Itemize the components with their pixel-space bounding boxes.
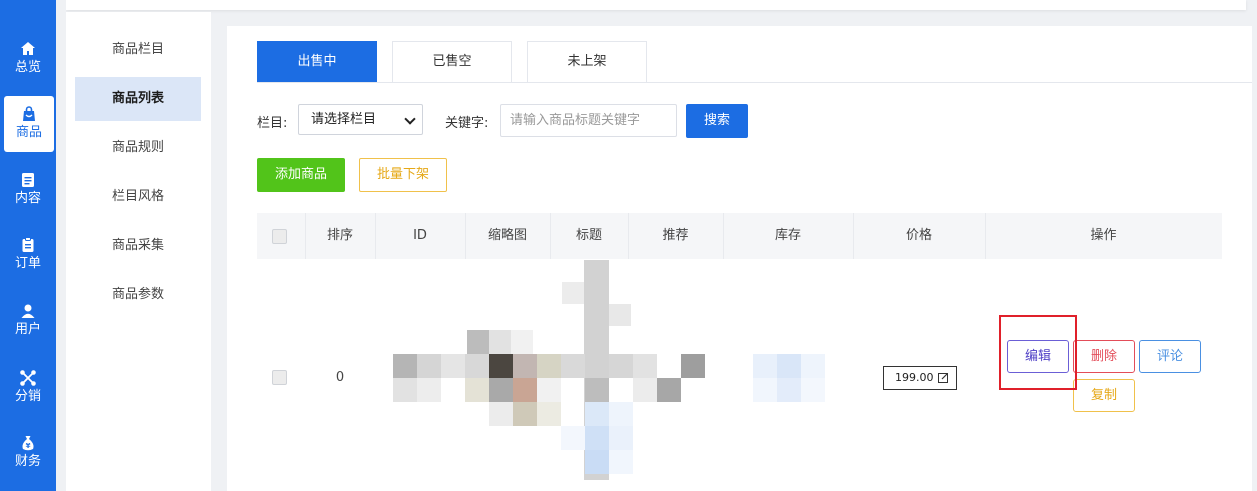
column-header-recommend: 推荐: [662, 228, 689, 243]
delete-button[interactable]: 删除: [1073, 340, 1135, 373]
chevron-down-icon: [404, 113, 416, 125]
nav-item-content[interactable]: 内容: [0, 162, 56, 218]
price-value: 199.00: [895, 371, 934, 384]
table-header: 排序 ID 缩略图 标题 推荐 库存 价格 操作: [257, 213, 1222, 259]
share-network-icon: [20, 370, 36, 386]
edit-button[interactable]: 编辑: [1007, 340, 1069, 373]
category-label: 栏目:: [257, 116, 288, 131]
nav-label: 订单: [14, 256, 41, 271]
nav-label: 商品: [15, 125, 42, 140]
nav-item-overview[interactable]: 总览: [0, 31, 56, 87]
row-checkbox[interactable]: [272, 370, 287, 385]
add-product-button[interactable]: 添加商品: [257, 158, 345, 192]
select-all-checkbox[interactable]: [272, 229, 287, 244]
nav-gap: [56, 0, 66, 491]
column-header-sort[interactable]: 排序: [305, 213, 375, 259]
top-bar: [66, 0, 1246, 10]
category-select[interactable]: 请选择栏目: [298, 104, 423, 135]
copy-button[interactable]: 复制: [1073, 379, 1135, 412]
nav-label: 财务: [14, 454, 41, 469]
row-sort-value: 0: [335, 370, 345, 385]
nav-label: 用户: [14, 322, 41, 337]
price-edit-box[interactable]: 199.00: [883, 366, 957, 390]
comment-button[interactable]: 评论: [1139, 340, 1201, 373]
column-header-id[interactable]: ID: [375, 213, 465, 259]
main-content: 出售中 已售空 未上架 栏目: 请选择栏目 关键字: 请输入商品标题关键字 搜索…: [227, 26, 1252, 491]
subnav-item-category[interactable]: 商品栏目: [75, 28, 201, 72]
nav-item-finance[interactable]: ¥ 财务: [0, 425, 56, 481]
primary-sidebar: 总览 商品 内容 订单 用户 分销 ¥ 财务: [0, 0, 56, 491]
subnav-item-product-collect[interactable]: 商品采集: [75, 224, 201, 268]
batch-unlist-button[interactable]: 批量下架: [359, 158, 447, 192]
tab-not-listed[interactable]: 未上架: [527, 41, 647, 82]
shopping-bag-icon: [23, 106, 35, 121]
money-bag-icon: ¥: [22, 436, 34, 451]
search-button[interactable]: 搜索: [686, 104, 748, 138]
tab-sold-out[interactable]: 已售空: [392, 41, 512, 82]
subnav-item-product-rules[interactable]: 商品规则: [75, 126, 201, 170]
keyword-label: 关键字:: [445, 116, 489, 131]
column-header-price[interactable]: 价格: [853, 213, 985, 259]
secondary-sidebar: 商品栏目 商品列表 商品规则 栏目风格 商品采集 商品参数: [66, 12, 211, 491]
user-icon: [21, 304, 35, 318]
nav-item-products[interactable]: 商品: [4, 96, 54, 152]
nav-label: 总览: [14, 60, 41, 75]
clipboard-icon: [22, 237, 34, 252]
column-header-stock[interactable]: 库存: [723, 213, 853, 259]
nav-label: 分销: [14, 389, 41, 404]
edit-pencil-icon[interactable]: [938, 372, 949, 383]
home-icon: [21, 42, 35, 55]
subnav-item-product-params[interactable]: 商品参数: [75, 273, 201, 317]
tab-divider: [257, 82, 1252, 83]
nav-label: 内容: [14, 191, 41, 206]
category-select-value: 请选择栏目: [311, 112, 377, 127]
document-icon: [22, 173, 34, 187]
nav-item-users[interactable]: 用户: [0, 293, 56, 349]
keyword-input[interactable]: 请输入商品标题关键字: [500, 104, 677, 137]
subnav-item-category-style[interactable]: 栏目风格: [75, 175, 201, 219]
column-header-actions: 操作: [1090, 228, 1117, 243]
column-header-title: 标题: [575, 228, 602, 243]
nav-item-orders[interactable]: 订单: [0, 227, 56, 283]
nav-item-distribution[interactable]: 分销: [0, 360, 56, 416]
svg-text:¥: ¥: [26, 442, 31, 450]
column-header-thumbnail: 缩略图: [487, 228, 527, 243]
subnav-item-product-list[interactable]: 商品列表: [75, 77, 201, 121]
tab-on-sale[interactable]: 出售中: [257, 41, 377, 82]
